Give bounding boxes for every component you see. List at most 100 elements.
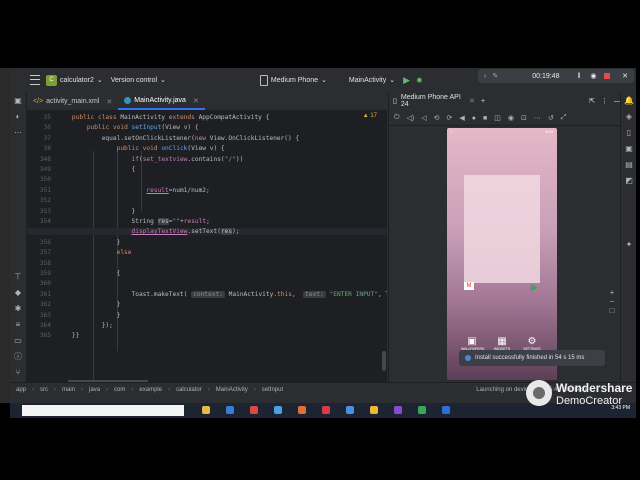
device-tab-label[interactable]: Medium Phone API 24 — [401, 94, 463, 108]
close-icon[interactable]: ✕ — [106, 98, 112, 106]
breadcrumb-item[interactable]: example — [139, 387, 162, 393]
app-icon[interactable] — [298, 406, 306, 414]
chrome-icon[interactable] — [250, 406, 258, 414]
more-options-icon[interactable]: ⋮ — [601, 97, 608, 105]
tab-activity-main-xml[interactable]: </> activity_main.xml ✕ — [27, 93, 118, 110]
zoom-out-icon[interactable]: − — [607, 297, 617, 306]
expand-icon[interactable]: ⤢ — [561, 114, 567, 122]
undo-icon[interactable]: ↺ — [548, 114, 554, 122]
close-icon[interactable]: ✕ — [469, 97, 475, 105]
editor-scrollbar[interactable] — [382, 351, 386, 371]
more-options-icon[interactable]: ⋯ — [534, 114, 541, 122]
code-line[interactable]: }); — [27, 322, 387, 329]
logcat-icon[interactable]: ≡ — [13, 320, 23, 330]
app-icon[interactable] — [322, 406, 330, 414]
external-icon[interactable]: ⇱ — [589, 97, 595, 105]
breadcrumb-item[interactable]: calculator — [176, 387, 202, 393]
breadcrumb-item[interactable]: src — [40, 387, 48, 393]
gradle-icon[interactable]: ◆ — [13, 288, 23, 298]
close-icon[interactable]: ✕ — [193, 97, 199, 105]
app-icon[interactable] — [442, 406, 450, 414]
code-line[interactable]: else — [27, 249, 387, 256]
play-store-app-icon[interactable]: ▶ — [531, 282, 541, 292]
breadcrumb-item[interactable]: java — [89, 387, 100, 393]
camera-icon[interactable]: ◉ — [590, 72, 596, 80]
tab-main-activity-java[interactable]: MainActivity.java ✕ — [118, 93, 205, 110]
code-line[interactable]: } — [27, 312, 387, 319]
run-icon[interactable]: ▶ — [403, 75, 410, 86]
device-manager-icon[interactable]: ▯ — [624, 128, 634, 138]
code-editor[interactable]: ▲ 17 35 public class MainActivity extend… — [27, 111, 387, 382]
emulator-screen[interactable]: ▪ 3:43 M ▶ ▣ WALLPAPERS ▦ WIDGETS ⚙ SETT… — [447, 128, 557, 380]
app-icon[interactable] — [370, 406, 378, 414]
terminal-icon[interactable]: ▭ — [13, 336, 23, 346]
home-icon[interactable]: ● — [472, 115, 476, 122]
structure-icon[interactable]: ⋯ — [13, 128, 23, 138]
problems-icon[interactable]: ⓘ — [13, 352, 23, 362]
power-icon[interactable]: ⏻ — [394, 114, 400, 122]
back-icon[interactable]: ◀ — [459, 114, 464, 122]
close-icon[interactable]: ✕ — [622, 72, 628, 80]
commit-icon[interactable]: ◐ — [13, 112, 23, 122]
fit-screen-icon[interactable]: □ — [607, 306, 617, 315]
install-notification[interactable]: Install successfully finished in 54 s 15… — [459, 350, 605, 366]
main-menu-icon[interactable] — [30, 75, 40, 85]
breadcrumb-item[interactable]: main — [62, 387, 75, 393]
code-line[interactable]: { — [27, 166, 387, 173]
device-selector[interactable]: Medium Phone ⌄ — [259, 74, 327, 86]
pause-icon[interactable]: ‖ — [577, 73, 580, 80]
device-explorer-icon[interactable]: ▤ — [624, 160, 634, 170]
stop-recording-icon[interactable] — [604, 73, 610, 79]
code-line[interactable]: } — [27, 208, 387, 215]
home-widget[interactable] — [464, 175, 540, 283]
code-line[interactable]: if(set_textview.contains("/")) — [27, 156, 387, 163]
overview-icon[interactable]: ■ — [483, 115, 487, 122]
gmail-app-icon[interactable]: M — [464, 282, 474, 290]
code-line[interactable]: } — [27, 301, 387, 308]
debug-icon[interactable]: ✹ — [416, 76, 423, 85]
android-studio-icon[interactable] — [418, 406, 426, 414]
project-selector[interactable]: C calculator2 ⌄ — [46, 74, 103, 86]
breadcrumb-item[interactable]: com — [114, 387, 125, 393]
assistant-icon[interactable]: ✦ — [624, 240, 634, 250]
file-explorer-icon[interactable] — [202, 406, 210, 414]
taskbar-search-box[interactable] — [22, 405, 184, 416]
edge-browser-icon[interactable] — [226, 406, 234, 414]
current-code-line[interactable]: displayTextView.setText(res); — [27, 228, 387, 236]
app-icon[interactable] — [394, 406, 402, 414]
app-icon[interactable] — [274, 406, 282, 414]
code-line[interactable]: result=num1/num2; — [27, 187, 387, 194]
pen-icon[interactable]: ✎ — [492, 72, 498, 80]
debug-tool-icon[interactable]: ✱ — [13, 304, 23, 314]
gradle-icon[interactable]: ◈ — [624, 112, 634, 122]
emulator-icon[interactable]: ◩ — [624, 176, 634, 186]
volume-down-icon[interactable]: ◁ — [421, 114, 426, 122]
rotate-right-icon[interactable]: ⟳ — [447, 114, 453, 122]
volume-up-icon[interactable]: ◁) — [407, 114, 415, 122]
notifications-icon[interactable]: 🔔 — [624, 96, 634, 106]
add-device-icon[interactable]: + — [481, 98, 485, 105]
code-line[interactable]: equal.setOnClickListener(new View.OnClic… — [27, 135, 387, 142]
code-line[interactable]: String res=""+result; — [27, 218, 387, 225]
code-line[interactable]: }} — [27, 332, 387, 339]
breadcrumb-item[interactable]: MainActivity — [216, 387, 248, 393]
breadcrumb-item[interactable]: setInput — [262, 387, 283, 393]
code-line[interactable]: { — [27, 270, 387, 277]
code-line[interactable]: public void onClick(View v) { — [27, 145, 387, 152]
code-line[interactable]: public class MainActivity extends AppCom… — [27, 114, 387, 121]
back-icon[interactable]: ‹ — [484, 73, 486, 80]
breadcrumb-item[interactable]: app — [16, 387, 26, 393]
app-icon[interactable] — [346, 406, 354, 414]
code-line[interactable]: } — [27, 239, 387, 246]
code-line[interactable]: Toast.makeText( context: MainActivity.th… — [27, 290, 387, 298]
code-line[interactable]: public void setInput(View v) { — [27, 124, 387, 131]
running-devices-icon[interactable]: ▣ — [624, 144, 634, 154]
vcs-selector[interactable]: Version control ⌄ — [111, 76, 166, 85]
folder-icon[interactable]: ▣ — [13, 96, 23, 106]
zoom-in-icon[interactable]: + — [607, 288, 617, 297]
screenshot-icon[interactable]: ◫ — [494, 114, 501, 122]
git-icon[interactable]: ⑂ — [13, 368, 23, 378]
run-config-selector[interactable]: MainActivity ⌄ — [349, 76, 395, 85]
build-icon[interactable]: ⊤ — [13, 272, 23, 282]
snapshot-icon[interactable]: ⊡ — [521, 114, 527, 122]
